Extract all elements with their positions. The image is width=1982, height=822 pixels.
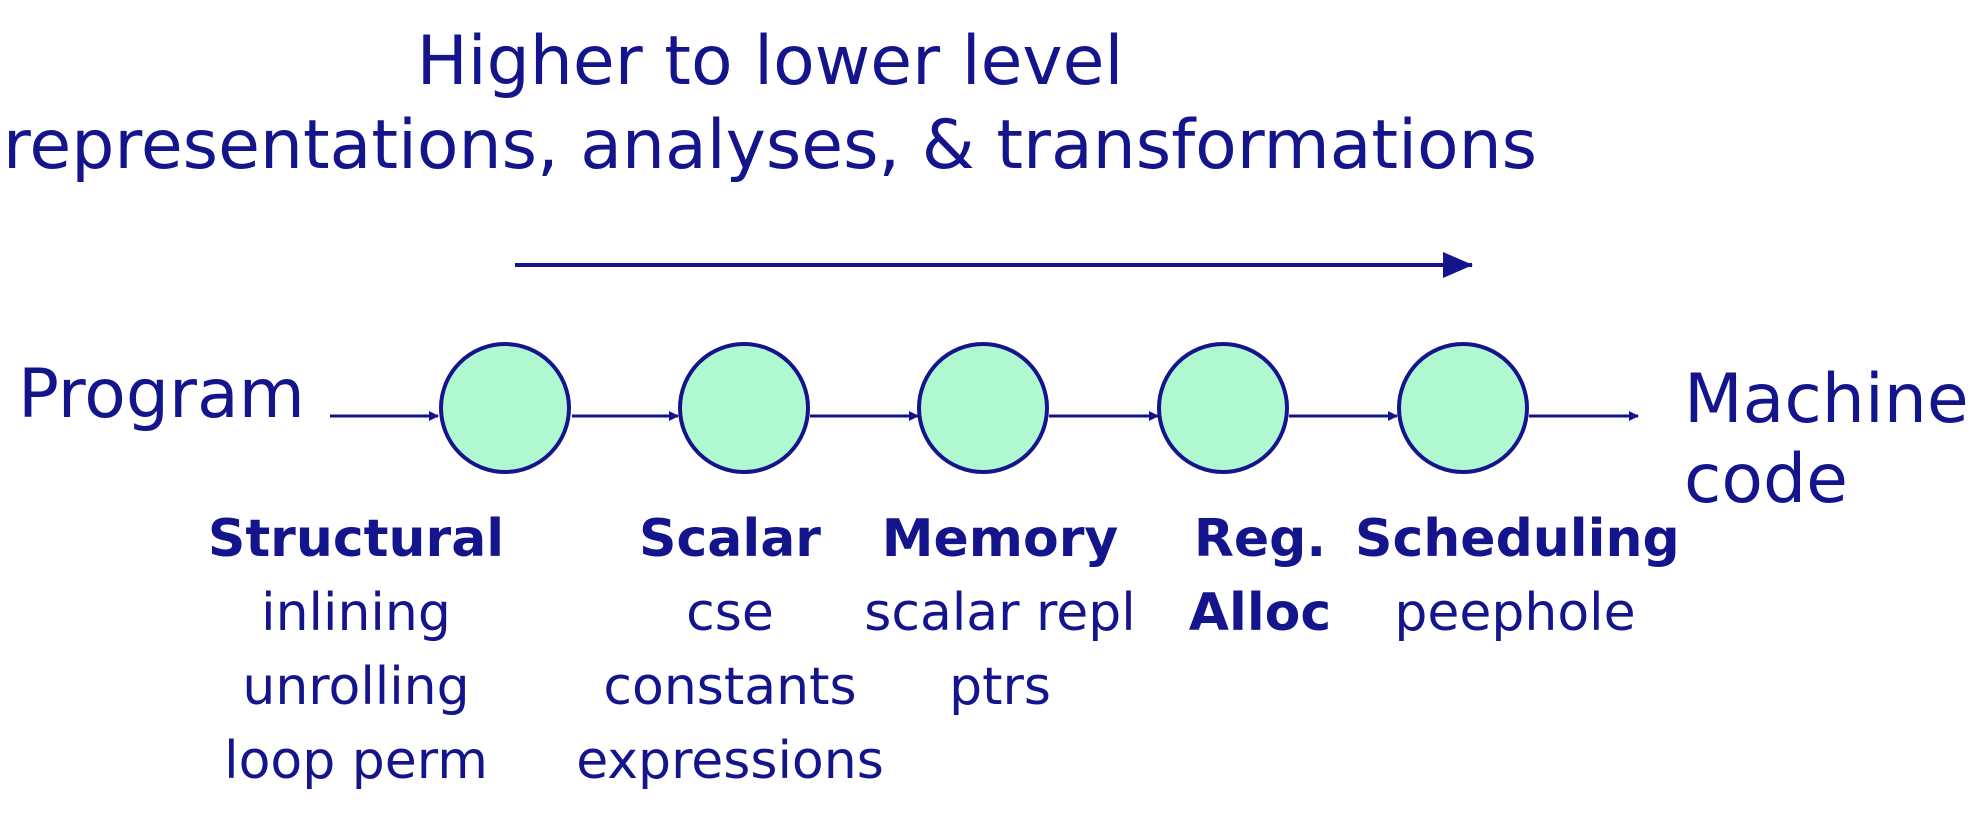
stage-reg-alloc: Reg. Alloc bbox=[1170, 502, 1350, 650]
stage-node-scheduling bbox=[1397, 342, 1529, 474]
stage-item: inlining bbox=[261, 583, 451, 643]
output-label-line-2: code bbox=[1684, 440, 1848, 519]
stage-heading: Memory bbox=[881, 509, 1119, 569]
stage-item: loop perm bbox=[224, 731, 488, 791]
stage-item: unrolling bbox=[242, 657, 470, 717]
stage-node-memory bbox=[917, 342, 1049, 474]
stage-heading: Scheduling bbox=[1355, 509, 1680, 569]
stage-item: peephole bbox=[1394, 583, 1636, 643]
stage-item: scalar repl bbox=[864, 583, 1136, 643]
stage-item: expressions bbox=[576, 731, 884, 791]
stage-scheduling: Scheduling peephole bbox=[1355, 502, 1680, 650]
output-label-line-1: Machine bbox=[1684, 360, 1969, 439]
stage-item: Alloc bbox=[1188, 583, 1332, 643]
stage-structural: Structural inlining unrolling loop perm bbox=[184, 502, 528, 798]
stage-memory: Memory scalar repl ptrs bbox=[850, 502, 1150, 724]
input-label-program: Program bbox=[18, 355, 305, 434]
stage-item: ptrs bbox=[949, 657, 1051, 717]
stage-node-scalar bbox=[678, 342, 810, 474]
diagram-title-line-2: representations, analyses, & transformat… bbox=[2, 106, 1538, 185]
stage-node-structural bbox=[439, 342, 571, 474]
stage-nodes bbox=[439, 342, 1529, 474]
stage-heading: Structural bbox=[207, 509, 505, 569]
diagram-title-line-1: Higher to lower level bbox=[416, 22, 1124, 101]
output-label-machine-code: Machine code bbox=[1684, 360, 1982, 520]
stage-heading: Reg. bbox=[1193, 509, 1327, 569]
stage-node-reg-alloc bbox=[1157, 342, 1289, 474]
